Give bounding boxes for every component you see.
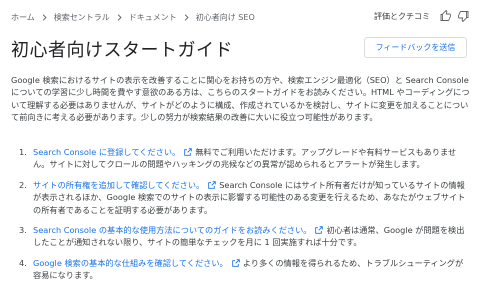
breadcrumb-seo-beginner[interactable]: 初心者向け SEO xyxy=(196,12,255,23)
external-link-icon xyxy=(208,181,216,189)
breadcrumb-home[interactable]: ホーム xyxy=(11,12,35,23)
thumb-down-icon[interactable] xyxy=(456,9,470,23)
steps-list: 1. Search Console に登録してください。 無料でご利用いただけます。… xyxy=(11,146,471,290)
intro-paragraph: Google 検索におけるサイトの表示を改善することに関心をお持ちの方や、検索エ… xyxy=(11,75,470,123)
chevron-right-icon xyxy=(183,14,190,21)
list-item: 1. Search Console に登録してください。 無料でご利用いただけます。… xyxy=(11,146,471,171)
rating-label: 評価とクチコミ xyxy=(374,11,430,21)
page-title: 初心者向けスタートガイド xyxy=(11,40,233,61)
external-link-icon xyxy=(315,226,324,234)
list-item: 3. Search Console の基本的な使用方法についてのガイドをお読みくだ… xyxy=(11,224,471,249)
external-link-icon xyxy=(184,148,193,156)
list-item: 4. Google 検索の基本的な仕組みを確認してください。 より多くの情報を得られ… xyxy=(11,257,471,282)
breadcrumb-search-central[interactable]: 検索セントラル xyxy=(54,12,110,23)
step-number: 4. xyxy=(19,257,27,268)
top-bar: ホーム 検索セントラル ドキュメント 初心者向け SEO 評価とクチコミ xyxy=(0,0,480,36)
rating-area: 評価とクチコミ xyxy=(374,9,470,23)
step-number: 2. xyxy=(19,179,27,190)
register-search-console-link[interactable]: Search Console に登録してください。 xyxy=(33,147,180,157)
step-number: 1. xyxy=(19,147,27,157)
chevron-right-icon xyxy=(41,14,48,21)
how-search-works-link[interactable]: Google 検索の基本的な仕組みを確認してください。 xyxy=(33,258,228,268)
breadcrumb: ホーム 検索セントラル ドキュメント 初心者向け SEO xyxy=(11,12,255,23)
thumb-up-icon[interactable] xyxy=(439,9,453,23)
breadcrumb-documents[interactable]: ドキュメント xyxy=(129,12,177,23)
verify-ownership-link[interactable]: サイトの所有権を追加して確認してください。 xyxy=(33,180,204,190)
search-console-guide-link[interactable]: Search Console の基本的な使用方法についてのガイドをお読みください… xyxy=(33,225,311,235)
external-link-icon xyxy=(231,259,240,267)
list-item: 2. サイトの所有権を追加して確認してください。 Search Console には… xyxy=(11,179,471,216)
chevron-right-icon xyxy=(116,14,123,21)
step-number: 3. xyxy=(19,225,27,236)
send-feedback-button[interactable]: フィードバックを送信 xyxy=(364,37,467,58)
